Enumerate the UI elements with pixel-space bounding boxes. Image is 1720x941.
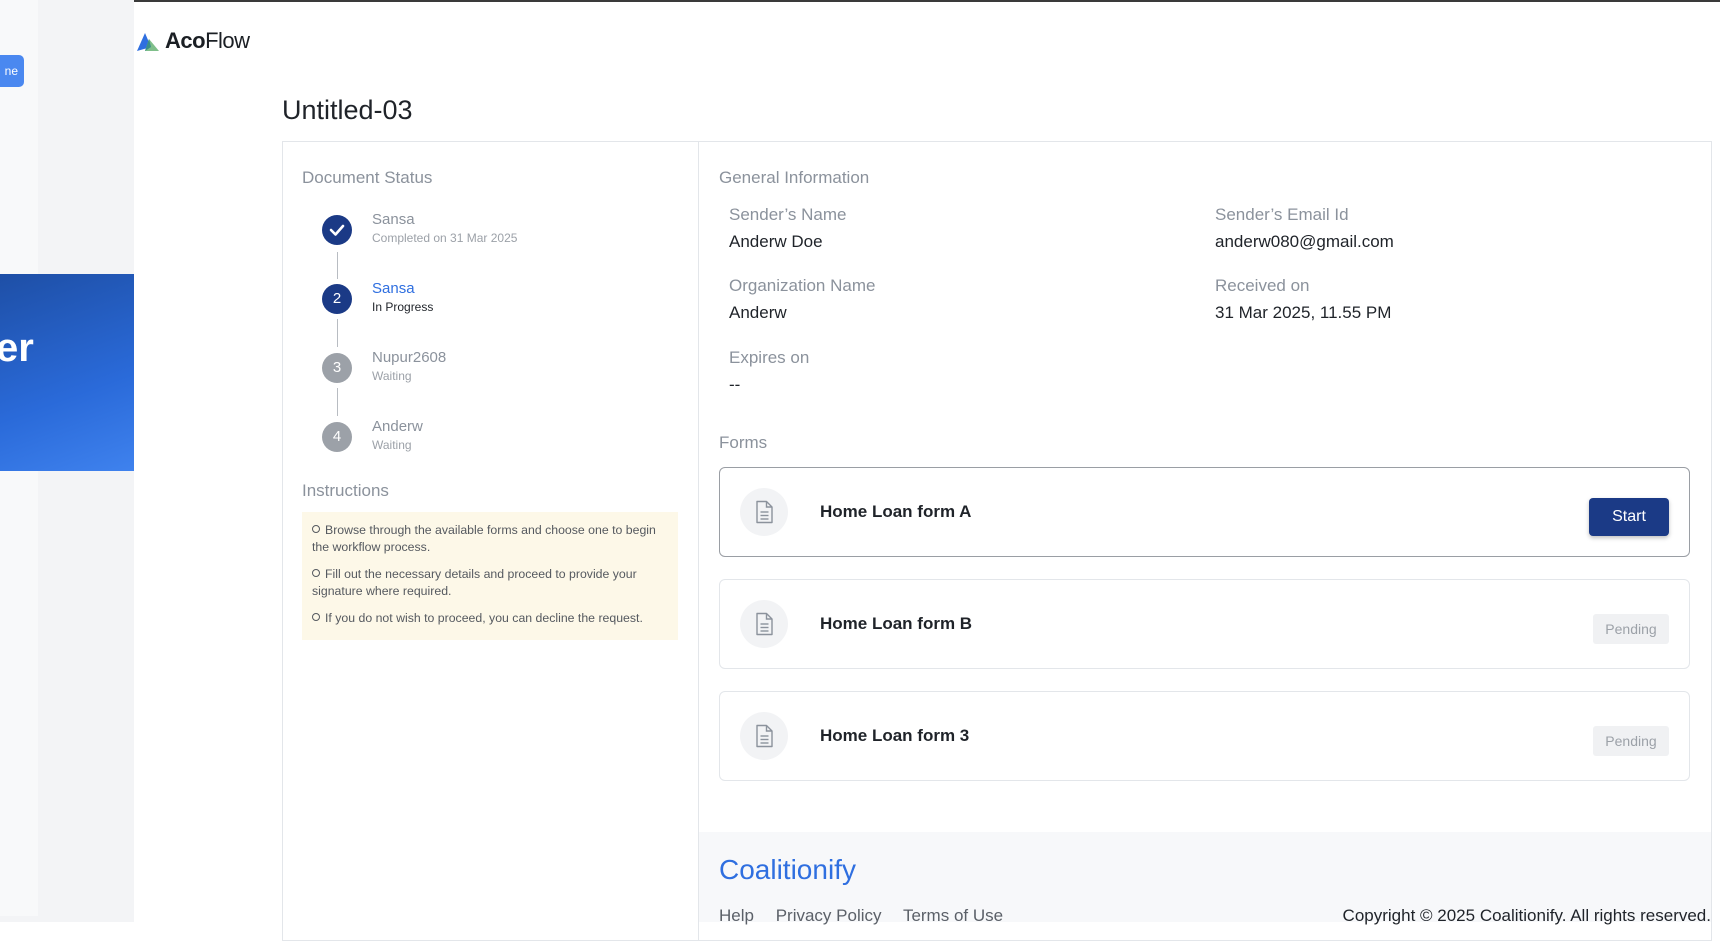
status-step-1: Sansa Completed on 31 Mar 2025 [322,211,622,255]
status-step-4: 4 Anderw Waiting [322,418,622,462]
form-card-a[interactable]: Home Loan form A Start [719,467,1690,557]
step-status: Completed on 31 Mar 2025 [372,231,518,245]
step-name: Anderw [372,418,423,435]
check-icon [322,215,352,245]
footer-brand[interactable]: Coalitionify [719,854,856,886]
step-number: 2 [322,284,352,314]
start-button[interactable]: Start [1589,498,1669,536]
sender-email-label: Sender’s Email Id [1215,205,1349,224]
app-logo[interactable]: AcoFlow [135,28,250,54]
org-name-label: Organization Name [729,276,876,295]
sender-name-value: Anderw Doe [729,232,823,251]
step-status: Waiting [372,369,412,383]
form-name: Home Loan form B [820,614,973,633]
form-card-3[interactable]: Home Loan form 3 Pending [719,691,1690,781]
logo-text: AcoFlow [165,28,250,53]
expires-on-label: Expires on [729,348,810,367]
bullet-icon [312,613,320,621]
forms-title: Forms [719,433,768,452]
general-info-title: General Information [719,168,870,187]
background-button: ne [0,55,24,87]
status-step-3: 3 Nupur2608 Waiting [322,349,622,393]
pending-badge: Pending [1593,726,1669,756]
background-banner: er [0,274,135,471]
instructions-title: Instructions [302,481,389,500]
form-card-b[interactable]: Home Loan form B Pending [719,579,1690,669]
received-on-value: 31 Mar 2025, 11.55 PM [1215,303,1392,322]
step-name: Sansa [372,280,415,297]
footer-link-terms[interactable]: Terms of Use [903,906,1003,925]
step-connector [337,252,338,279]
step-status: In Progress [372,300,434,314]
bullet-icon [312,525,320,533]
top-border [134,0,1720,2]
document-icon [740,600,788,648]
document-icon [740,712,788,760]
step-name: Sansa [372,211,415,228]
document-status-title: Document Status [302,168,433,187]
sender-name-label: Sender’s Name [729,205,847,224]
instruction-item: If you do not wish to proceed, you can d… [312,610,668,627]
document-icon [740,488,788,536]
instruction-item: Browse through the available forms and c… [312,523,656,554]
footer-links: Help Privacy Policy Terms of Use [719,906,1020,926]
step-status: Waiting [372,438,412,452]
footer-link-help[interactable]: Help [719,906,754,925]
instructions-box: Browse through the available forms and c… [302,512,678,640]
org-name-value: Anderw [729,303,787,322]
logo-mark-icon [135,29,163,53]
step-name: Nupur2608 [372,349,447,366]
status-step-2: 2 Sansa In Progress [322,280,622,324]
step-number: 4 [322,422,352,452]
instruction-item: Fill out the necessary details and proce… [312,567,637,598]
footer-copyright: Copyright © 2025 Coalitionify. All right… [1342,906,1711,925]
footer: Coalitionify Help Privacy Policy Terms o… [699,832,1711,925]
bullet-icon [312,569,320,577]
form-name: Home Loan form 3 [820,726,970,745]
sender-email-value: anderw080@gmail.com [1215,232,1394,251]
expires-on-value: -- [729,375,741,394]
step-number: 3 [322,353,352,383]
received-on-label: Received on [1215,276,1310,295]
form-name: Home Loan form A [820,502,972,521]
column-divider [698,141,699,941]
pending-badge: Pending [1593,614,1669,644]
background-banner-text: er [0,326,34,370]
footer-link-privacy[interactable]: Privacy Policy [776,906,882,925]
page-title: Untitled-03 [282,95,413,125]
